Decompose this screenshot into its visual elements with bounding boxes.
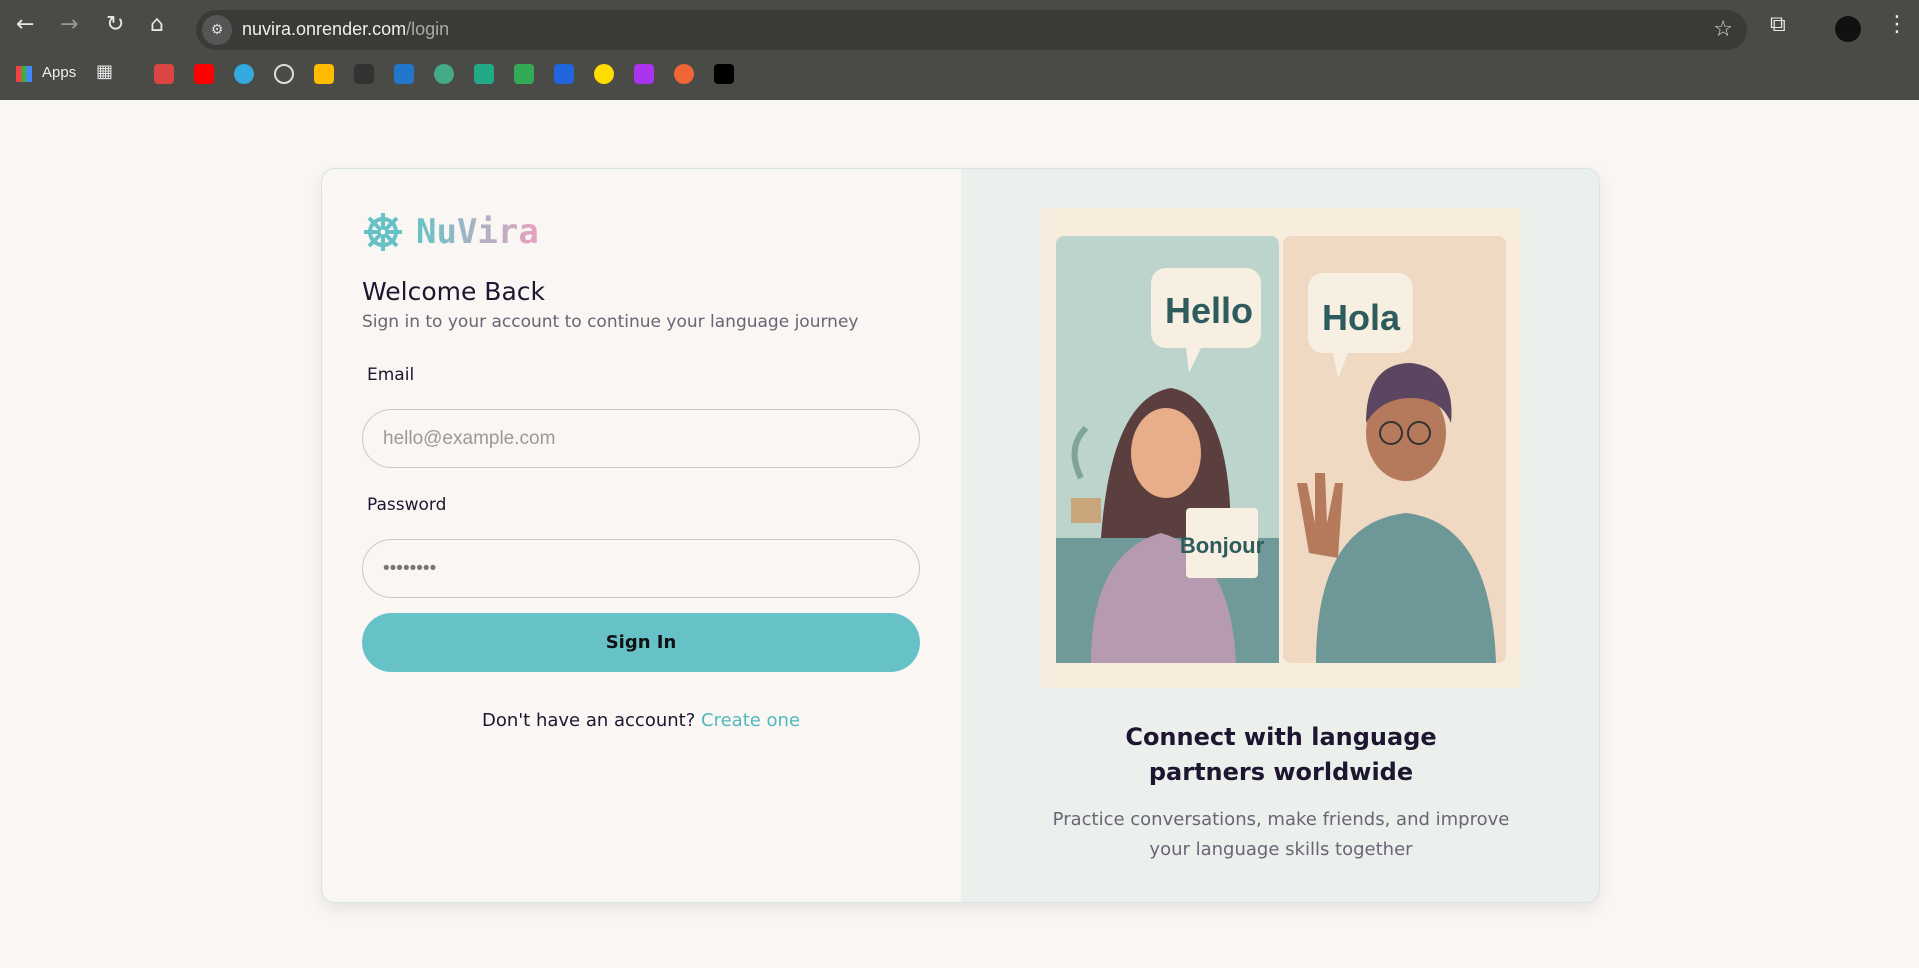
sign-in-button[interactable]: Sign In [362, 613, 920, 672]
password-label: Password [367, 495, 447, 515]
cloud-bookmark-icon[interactable] [434, 64, 454, 84]
hola-bubble-text: Hola [1322, 297, 1401, 338]
bookmark-star-icon[interactable]: ☆ [1713, 19, 1733, 41]
chatgpt-bookmark-icon[interactable] [274, 64, 294, 84]
bookmark-icon[interactable] [234, 64, 254, 84]
bookmark-icon[interactable] [554, 64, 574, 84]
dharma-wheel-icon [364, 213, 402, 251]
gmail-bookmark-icon[interactable] [154, 64, 174, 84]
classroom-bookmark-icon[interactable] [314, 64, 334, 84]
forward-icon[interactable]: → [60, 14, 78, 36]
reload-icon[interactable]: ↻ [106, 14, 124, 36]
logo: NuVira [362, 211, 539, 253]
promo-text: Practice conversations, make friends, an… [1052, 809, 1510, 860]
create-account-link[interactable]: Create one [701, 710, 800, 731]
bookmark-icon[interactable] [714, 64, 734, 84]
browser-toolbar: ← → ↻ ⌂ ⚙ nuvira.onrender.com/login ☆ ⧉ … [0, 0, 1919, 100]
apps-icon[interactable] [16, 66, 32, 82]
page-title: Welcome Back [362, 277, 545, 306]
email-input[interactable]: hello@example.com [362, 409, 920, 468]
language-partners-illustration: Bonjour Hello Hola [1056, 236, 1506, 663]
page-subtitle: Sign in to your account to continue your… [362, 312, 859, 332]
signup-row: Don't have an account? Create one [362, 710, 920, 731]
home-icon[interactable]: ⌂ [150, 14, 164, 36]
bookmark-icon[interactable] [674, 64, 694, 84]
gfg-bookmark-icon[interactable] [514, 64, 534, 84]
bookmark-icon[interactable] [394, 64, 414, 84]
brand-name: NuVira [416, 212, 539, 252]
url-text: nuvira.onrender.com/login [242, 19, 450, 39]
tab-groups-icon[interactable]: ▦ [96, 63, 113, 81]
youtube-bookmark-icon[interactable] [194, 64, 214, 84]
address-bar[interactable]: ⚙ nuvira.onrender.com/login ☆ [196, 10, 1747, 50]
illustration: Bonjour Hello Hola [1041, 208, 1521, 688]
hello-bubble-text: Hello [1165, 290, 1253, 331]
extensions-icon[interactable]: ⧉ [1770, 14, 1786, 36]
site-settings-icon[interactable]: ⚙ [202, 15, 232, 45]
promo-panel: Bonjour Hello Hola Connect with language… [961, 169, 1599, 902]
password-input[interactable]: •••••••• [362, 539, 920, 598]
login-card: NuVira Welcome Back Sign in to your acco… [321, 168, 1600, 903]
bonjour-card-text: Bonjour [1180, 533, 1265, 558]
bookmark-icon[interactable] [634, 64, 654, 84]
signup-prompt: Don't have an account? [481, 710, 696, 731]
bookmark-icon[interactable] [474, 64, 494, 84]
back-icon[interactable]: ← [16, 14, 34, 36]
profile-avatar[interactable] [1835, 16, 1861, 42]
email-label: Email [367, 365, 415, 385]
menu-icon[interactable]: ⋮ [1886, 14, 1908, 36]
bookmark-icon[interactable] [594, 64, 614, 84]
bookmark-icon[interactable] [354, 64, 374, 84]
apps-label[interactable]: Apps [42, 64, 76, 81]
promo-heading: Connect with language partners worldwide [1125, 723, 1437, 786]
